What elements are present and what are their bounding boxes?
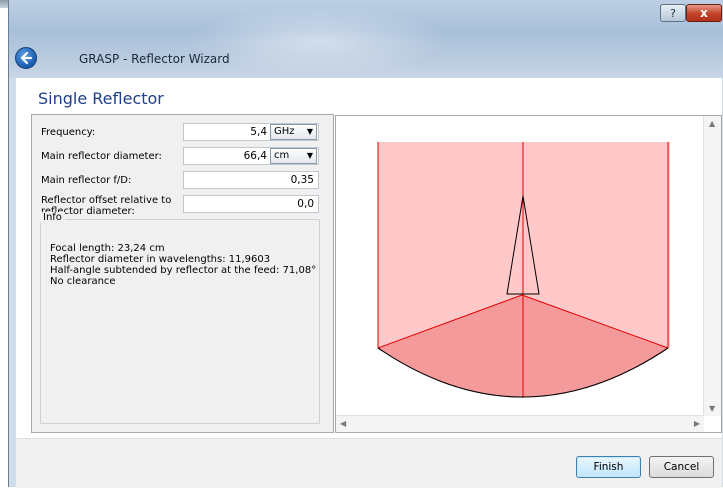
scroll-left-icon[interactable]: ◀ — [340, 419, 346, 428]
frequency-unit-select[interactable]: GHz ▼ — [270, 124, 317, 140]
title-bar[interactable]: ? x GRASP - Reflector Wizard — [9, 0, 723, 78]
vertical-scrollbar[interactable]: ▲ ▼ — [703, 116, 721, 416]
window-title: GRASP - Reflector Wizard — [79, 52, 230, 66]
diameter-label: Main reflector diameter: — [41, 151, 162, 162]
frequency-value: 5,4 — [250, 126, 267, 138]
offset-value: 0,0 — [297, 198, 314, 210]
scroll-right-icon[interactable]: ▶ — [694, 419, 700, 428]
geometry-view[interactable]: ▲ ▼ ◀ ▶ — [335, 115, 722, 433]
offset-input[interactable]: 0,0 — [183, 195, 319, 213]
close-button[interactable]: x — [686, 4, 722, 22]
diameter-input[interactable]: 66,4 cm ▼ — [183, 147, 319, 165]
fd-label: Main reflector f/D: — [41, 175, 132, 186]
diameter-unit-value: cm — [274, 150, 290, 161]
wizard-footer: Finish Cancel — [16, 438, 722, 488]
back-arrow-icon[interactable] — [15, 47, 37, 69]
info-line: Half-angle subtended by reflector at the… — [50, 265, 317, 276]
wizard-window: ? x GRASP - Reflector Wizard Single Refl… — [8, 0, 723, 488]
chevron-down-icon: ▼ — [306, 151, 313, 160]
chevron-down-icon: ▼ — [306, 127, 313, 136]
fd-input[interactable]: 0,35 — [183, 171, 319, 189]
page-title: Single Reflector — [38, 89, 164, 108]
scroll-up-icon[interactable]: ▲ — [709, 119, 715, 128]
diameter-value: 66,4 — [243, 150, 267, 162]
horizontal-scrollbar[interactable]: ◀ ▶ — [336, 415, 704, 432]
reflector-geometry-diagram — [377, 142, 670, 398]
scroll-down-icon[interactable]: ▼ — [709, 404, 715, 413]
diameter-unit-select[interactable]: cm ▼ — [270, 148, 317, 164]
info-line: Reflector diameter in wavelengths: 11,96… — [50, 254, 271, 265]
wizard-content: Single Reflector Frequency: 5,4 GHz ▼ Ma… — [16, 78, 722, 438]
frequency-label: Frequency: — [41, 127, 96, 138]
finish-button[interactable]: Finish — [576, 456, 641, 478]
fd-value: 0,35 — [290, 174, 314, 186]
info-legend: Info — [40, 212, 65, 223]
offset-label-line1: Reflector offset relative to — [41, 195, 172, 206]
frequency-unit-value: GHz — [274, 126, 295, 137]
info-line: No clearance — [50, 276, 116, 287]
info-text: Focal length: 23,24 cm Reflector diamete… — [50, 243, 316, 287]
cancel-button[interactable]: Cancel — [649, 456, 714, 478]
help-button[interactable]: ? — [660, 4, 686, 22]
frequency-input[interactable]: 5,4 GHz ▼ — [183, 123, 319, 141]
info-line: Focal length: 23,24 cm — [50, 243, 165, 254]
parameters-panel: Frequency: 5,4 GHz ▼ Main reflector diam… — [31, 114, 334, 433]
